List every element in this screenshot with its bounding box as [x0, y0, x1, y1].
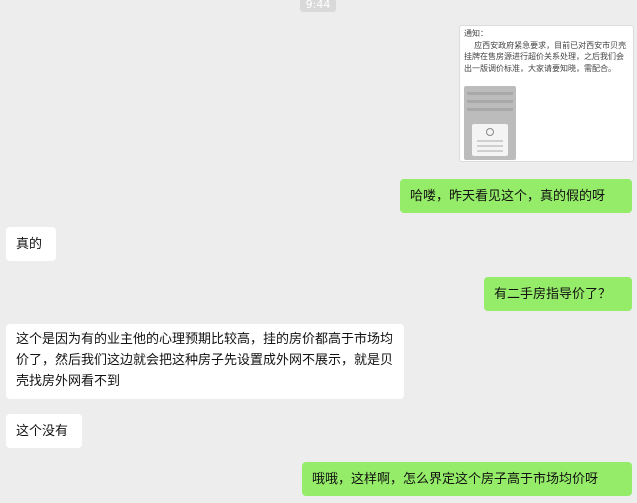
message-bubble-incoming[interactable]: 真的	[6, 227, 56, 261]
message-bubble-incoming[interactable]: 这个没有	[6, 414, 82, 448]
message-bubble-outgoing[interactable]: 哦哦，这样啊，怎么界定这个房子高于市场均价呀	[302, 462, 632, 496]
message-bubble-outgoing[interactable]: 哈喽，昨天看见这个，真的假的呀	[400, 179, 632, 213]
message-bubble-outgoing[interactable]: 有二手房指导价了？	[484, 277, 632, 311]
message-bubble-incoming[interactable]: 这个是因为有的业主他的心理预期比较高，挂的房价都高于市场均价了，然后我们这边就会…	[6, 324, 404, 399]
screenshot-thumbnail-icon	[464, 86, 516, 160]
notice-text: 通知： 应西安政府紧急要求，目前已对西安市贝壳挂牌在售房源进行超价关系处理，之后…	[464, 29, 627, 73]
image-message[interactable]: 通知： 应西安政府紧急要求，目前已对西安市贝壳挂牌在售房源进行超价关系处理，之后…	[459, 25, 634, 162]
timestamp: 9:44	[300, 0, 336, 12]
